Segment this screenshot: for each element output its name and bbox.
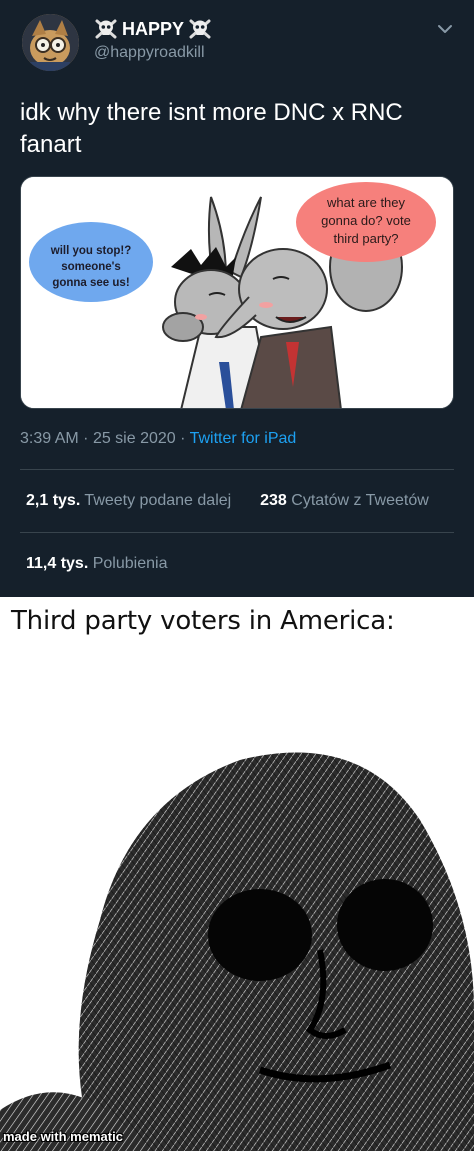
mematic-watermark: made with mematic — [3, 1129, 123, 1144]
engagement-stats: 2,1 tys. Tweety podane dalej 238 Cytatów… — [26, 492, 429, 510]
bubble-right-line: what are they — [326, 195, 406, 210]
bubble-right-line: gonna do? vote — [321, 213, 411, 228]
likes-label: Polubienia — [92, 555, 168, 572]
meta-separator: · — [83, 430, 93, 447]
skull-crossbones-icon — [94, 18, 118, 40]
bubble-left-line: someone's — [61, 261, 121, 273]
user-handle[interactable]: @happyroadkill — [94, 44, 205, 62]
tweet-meta: 3:39 AM · 25 sie 2020 · Twitter for iPad — [20, 430, 296, 448]
bubble-right-line: third party? — [333, 231, 398, 246]
retweets-label: Tweety podane dalej — [84, 492, 232, 509]
display-name-row[interactable]: HAPPY — [94, 16, 212, 42]
tweet-card: HAPPY @happyroadkill idk why there isnt … — [0, 0, 474, 597]
tweet-media-image[interactable]: will you stop!? someone's gonna see us! … — [20, 176, 454, 409]
tweet-date[interactable]: 25 sie 2020 — [93, 430, 176, 447]
meta-separator: · — [180, 430, 190, 447]
quotes-count: 238 — [260, 492, 287, 509]
meme-caption: Third party voters in America: — [11, 606, 395, 636]
wojak-image — [0, 650, 474, 1151]
retweets-count: 2,1 tys. — [26, 492, 81, 509]
tweet-text: idk why there isnt more DNC x RNC fanart — [20, 99, 403, 158]
skull-crossbones-icon — [188, 18, 212, 40]
likes-count: 11,4 tys. — [26, 555, 89, 572]
comic-illustration: will you stop!? someone's gonna see us! … — [21, 177, 453, 408]
quotes-label: Cytatów z Tweetów — [291, 492, 429, 509]
user-avatar[interactable] — [22, 14, 79, 71]
tweet-time[interactable]: 3:39 AM — [20, 430, 79, 447]
divider — [20, 469, 454, 470]
likes-stat[interactable]: 11,4 tys. Polubienia — [26, 555, 167, 573]
display-name: HAPPY — [122, 18, 185, 39]
chevron-down-icon[interactable] — [436, 20, 454, 38]
retweets-stat[interactable]: 2,1 tys. Tweety podane dalej — [26, 492, 231, 509]
tweet-source-link[interactable]: Twitter for iPad — [190, 430, 297, 447]
bubble-left-line: will you stop!? — [50, 245, 132, 257]
divider — [20, 532, 454, 533]
bubble-left-line: gonna see us! — [52, 277, 129, 289]
quotes-stat[interactable]: 238 Cytatów z Tweetów — [260, 492, 429, 509]
